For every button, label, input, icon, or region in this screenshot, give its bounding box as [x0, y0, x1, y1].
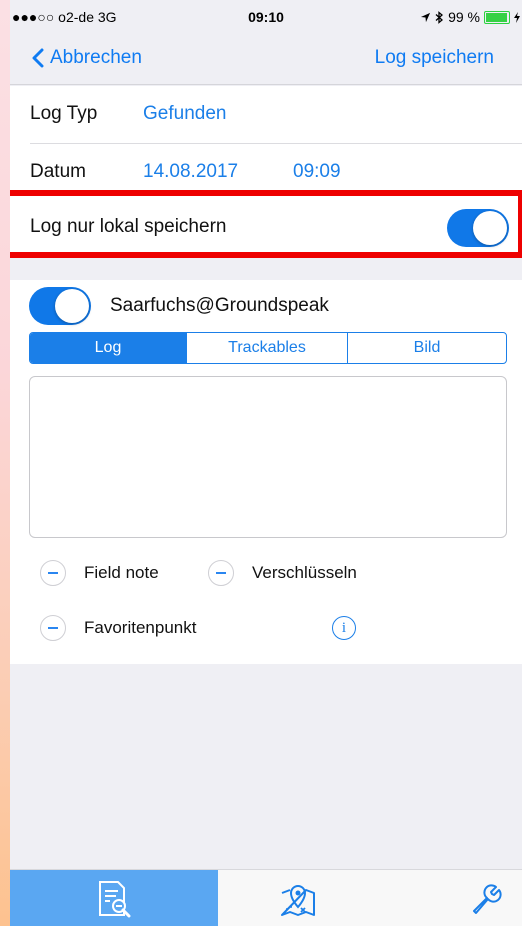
- info-icon[interactable]: i: [332, 616, 356, 640]
- bluetooth-icon: [435, 10, 444, 24]
- navigation-bar: Abbrechen Log speichern: [10, 36, 522, 85]
- log-type-value[interactable]: Gefunden: [143, 103, 226, 125]
- log-type-label: Log Typ: [30, 103, 98, 124]
- encrypt-option[interactable]: Verschlüsseln: [208, 560, 357, 586]
- cancel-button[interactable]: Abbrechen: [32, 47, 142, 69]
- account-toggle[interactable]: [29, 287, 91, 325]
- status-right: 99 %: [420, 9, 520, 25]
- time-value[interactable]: 09:09: [293, 161, 341, 183]
- local-save-label: Log nur lokal speichern: [30, 216, 227, 237]
- cancel-label: Abbrechen: [50, 47, 142, 68]
- favorite-label: Favoritenpunkt: [84, 618, 197, 637]
- log-tabs: Log Trackables Bild: [29, 332, 507, 364]
- field-note-option[interactable]: Field note: [40, 560, 159, 586]
- log-text-area[interactable]: [29, 376, 507, 538]
- tab-log[interactable]: Log: [30, 333, 186, 363]
- app-screen: ●●●○○ o2-de 3G 09:10 99 % Abbrechen Log …: [10, 0, 522, 926]
- status-bar: ●●●○○ o2-de 3G 09:10 99 %: [10, 0, 522, 36]
- save-log-button[interactable]: Log speichern: [375, 47, 494, 69]
- battery-level: [486, 12, 507, 22]
- field-note-label: Field note: [84, 563, 159, 582]
- minus-icon: [208, 560, 234, 586]
- date-row: Datum 14.08.2017 09:09: [10, 144, 522, 202]
- toggle-knob: [55, 289, 89, 323]
- minus-icon: [40, 615, 66, 641]
- tab-settings[interactable]: [450, 870, 522, 926]
- account-name: Saarfuchs@Groundspeak: [110, 295, 329, 316]
- minus-icon: [40, 560, 66, 586]
- tab-map[interactable]: [218, 870, 378, 926]
- log-card: Saarfuchs@Groundspeak Log Trackables Bil…: [10, 280, 522, 664]
- charging-icon: [514, 11, 520, 23]
- tab-trackables[interactable]: Trackables: [186, 333, 347, 363]
- tab-bild[interactable]: Bild: [347, 333, 506, 363]
- date-label: Datum: [30, 161, 86, 182]
- toggle-knob: [473, 211, 507, 245]
- encrypt-label: Verschlüsseln: [252, 563, 357, 582]
- wrench-icon: [473, 883, 502, 914]
- battery-icon: [484, 10, 510, 24]
- chevron-left-icon: [32, 48, 44, 68]
- local-save-toggle[interactable]: [447, 209, 509, 247]
- tab-search[interactable]: [10, 870, 218, 926]
- tab-bar: [10, 869, 522, 926]
- log-type-row[interactable]: Log Typ Gefunden: [10, 86, 522, 144]
- favorite-option[interactable]: Favoritenpunkt: [40, 615, 196, 641]
- map-pin-icon: [281, 884, 315, 916]
- search-list-icon: [99, 880, 131, 917]
- location-arrow-icon: [420, 12, 431, 22]
- battery-percent: 99 %: [448, 9, 480, 25]
- date-value[interactable]: 14.08.2017: [143, 161, 238, 183]
- local-save-row: Log nur lokal speichern: [10, 201, 522, 257]
